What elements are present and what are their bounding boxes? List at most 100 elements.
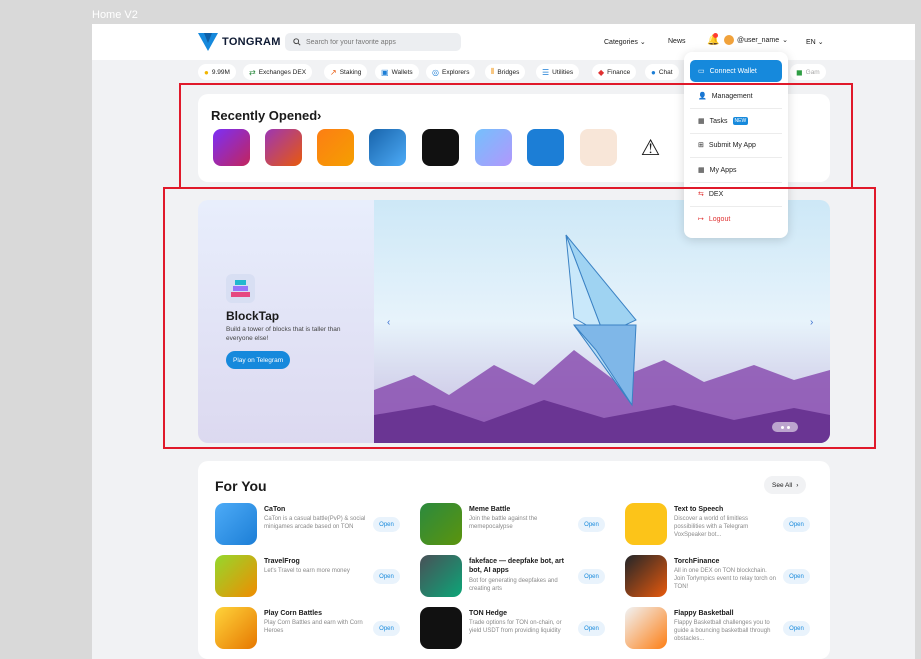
open-button[interactable]: Open [373,621,400,636]
chip-label: Wallets [391,68,413,76]
menu-divider [690,133,782,134]
chip-label: Bridges [497,68,520,76]
menu-label: Management [711,92,753,100]
list-item[interactable]: TravelFrog Let's Travel to earn more mon… [215,555,415,603]
carousel-prev-arrow[interactable]: ‹ [387,317,390,328]
list-item[interactable]: TON Hedge Trade options for TON on-chain… [420,607,620,655]
open-button[interactable]: Open [783,517,810,532]
chip-label: Gam [805,68,820,76]
search-input[interactable] [306,38,456,46]
app-description: Bot for generating deepfakes and creatin… [469,578,558,592]
chip-finance[interactable]: ◆ Finance [592,64,637,80]
user-icon: 👤 [698,93,707,100]
app-description: All in one DEX on TON blockchain. Join T… [674,568,776,590]
user-name: @user_name [737,36,780,44]
top-header: TONGRAM Categories ⌄ News 🔔 @user_name ⌄… [92,24,915,60]
categories-dropdown[interactable]: Categories ⌄ [604,38,646,46]
recent-app-bull-icon[interactable] [422,129,459,166]
carousel-next-arrow[interactable]: › [810,317,813,328]
tasks-icon: ▦ [698,118,705,125]
connect-wallet-button[interactable]: ▭ Connect Wallet [690,60,782,82]
see-all-button[interactable]: See All › [764,476,807,494]
app-name: Flappy Basketball [674,610,734,617]
recent-app-dog-icon[interactable] [475,129,512,166]
chip-label: Utilities [552,68,574,76]
menu-item-my-apps[interactable]: ▦ My Apps [698,166,736,175]
caton-app-icon [215,503,257,545]
chip-wallets[interactable]: ▣ Wallets [375,64,419,80]
torchfinance-app-icon [625,555,667,597]
menu-item-logout[interactable]: ↦ Logout [698,215,730,224]
play-on-telegram-button[interactable]: Play on Telegram [226,351,291,369]
chip-explorers[interactable]: ◎ Explorers [426,64,476,80]
app-name: fakeface — deepfake bot, art bot, AI app… [469,558,564,574]
open-button[interactable]: Open [578,517,605,532]
blocktap-app-icon [226,274,255,303]
open-button[interactable]: Open [783,569,810,584]
open-button[interactable]: Open [373,517,400,532]
list-item[interactable]: TorchFinance All in one DEX on TON block… [625,555,825,603]
frame-title: Home V2 [92,9,138,21]
recent-app-piston-icon[interactable] [213,129,250,166]
menu-label: Tasks [709,117,728,125]
recent-app-warrior-icon[interactable] [265,129,302,166]
connect-wallet-label: Connect Wallet [709,67,757,75]
menu-divider [690,206,782,207]
app-description: Flappy Basketball challenges you to guid… [674,620,771,642]
open-button[interactable]: Open [783,621,810,636]
open-button[interactable]: Open [578,621,605,636]
app-name: Meme Battle [469,506,511,513]
logout-icon: ↦ [698,216,704,223]
chevron-down-icon: ⌄ [817,39,824,46]
chip-label: 9.99M [211,68,230,76]
recent-app-shield-icon[interactable] [527,129,564,166]
list-item[interactable]: Meme Battle Join the battle against the … [420,503,620,551]
corn-battles-app-icon [215,607,257,649]
apps-grid-icon: ▦ [698,167,705,174]
chevron-down-icon: ⌄ [782,37,789,44]
list-item[interactable]: fakeface — deepfake bot, art bot, AI app… [420,555,620,603]
chip-utilities[interactable]: ☰ Utilities [536,64,580,80]
recent-app-hamster-icon[interactable] [317,129,354,166]
app-name: CaTon [264,506,286,513]
chip-bridges[interactable]: ⫴ Bridges [485,64,526,80]
menu-item-submit-app[interactable]: ⊞ Submit My App [698,141,756,150]
language-selector[interactable]: EN ⌄ [806,38,824,46]
open-button[interactable]: Open [373,569,400,584]
tongram-logo-icon [198,33,218,51]
open-button[interactable]: Open [578,569,605,584]
notification-button[interactable]: 🔔 [707,33,719,46]
list-item[interactable]: CaTon CaTon is a casual battle(PvP) & so… [215,503,415,551]
recently-opened-title[interactable]: Recently Opened [211,108,317,123]
search-bar[interactable] [285,33,461,51]
menu-label: DEX [708,190,724,198]
chip-label: Explorers [441,68,470,76]
menu-item-dex[interactable]: ⇆ DEX [698,190,724,199]
list-item[interactable]: Play Corn Battles Play Corn Battles and … [215,607,415,655]
chip-games[interactable]: ◼ Gam [790,64,826,80]
user-menu-button[interactable]: @user_name ⌄ [724,35,788,45]
menu-item-management[interactable]: 👤 Management [698,92,753,101]
menu-divider [690,182,782,183]
app-description: Trade options for TON on-chain, or yield… [469,620,562,634]
app-description: Join the battle against the memepocalyps… [469,516,538,530]
recent-app-delta-icon[interactable]: ⚠ [632,129,669,166]
menu-divider [690,108,782,109]
list-item[interactable]: Text to Speech Discover a world of limit… [625,503,825,551]
app-name: Play Corn Battles [264,610,322,617]
chip-chat[interactable]: ● Chat [645,64,679,80]
menu-item-tasks[interactable]: ▦ Tasks NEW [698,117,749,125]
list-item[interactable]: Flappy Basketball Flappy Basketball chal… [625,607,825,655]
tongram-logo[interactable]: TONGRAM [198,33,281,51]
bridge-icon: ⫴ [491,67,495,76]
carousel-dots[interactable] [772,422,798,432]
app-name: TON Hedge [469,610,507,617]
chip-balance[interactable]: ● 9.99M [198,64,236,80]
chevron-right-icon[interactable]: › [317,108,321,123]
recent-app-giraffe-icon[interactable] [580,129,617,166]
news-link[interactable]: News [668,38,686,45]
chip-label: Exchanges DEX [258,68,307,76]
chip-exchanges-dex[interactable]: ⇄ Exchanges DEX [243,64,313,80]
chip-staking[interactable]: ↗ Staking [324,64,368,80]
recent-app-avatar-icon[interactable] [369,129,406,166]
